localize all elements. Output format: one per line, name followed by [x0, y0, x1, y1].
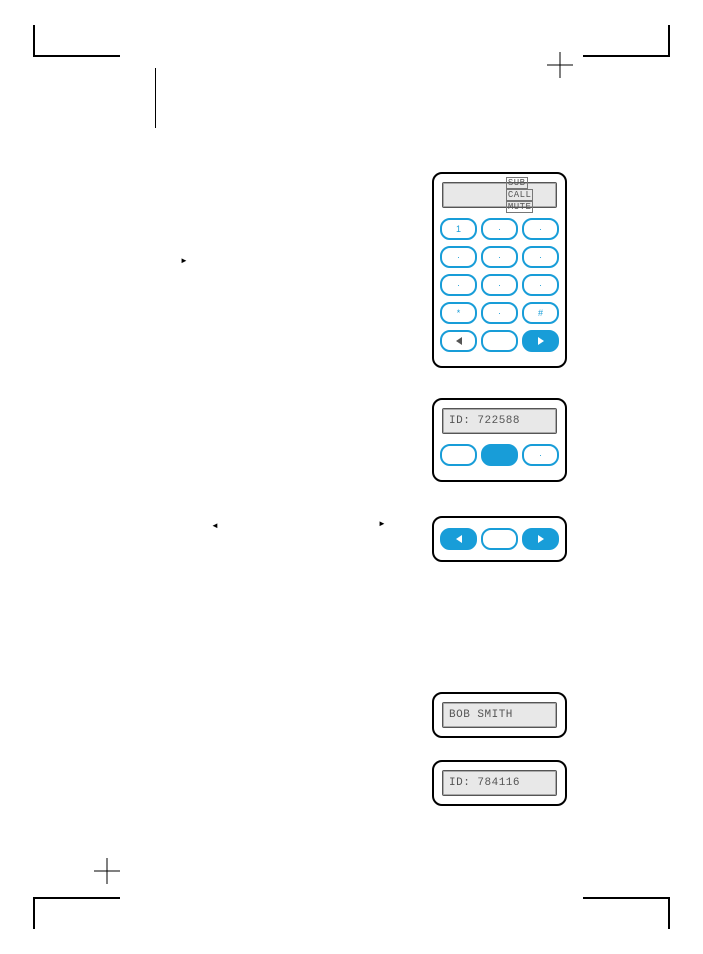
key-9[interactable]: ·: [522, 274, 559, 296]
lcd-frame: BOB SMITH: [432, 692, 567, 738]
soft-right-button[interactable]: ·: [522, 444, 559, 466]
nav-left-button[interactable]: [440, 330, 477, 352]
status-sub: SUB: [506, 177, 528, 189]
lcd-display: ID: 784116: [442, 770, 557, 796]
nav-center-button[interactable]: [481, 330, 518, 352]
crop-mark: [33, 897, 120, 929]
pointer-left-icon: ◄: [211, 521, 219, 530]
status-call: CALL: [506, 189, 534, 201]
lcd-status-icons: SUB CALL MUTE: [449, 165, 534, 225]
register-cross-icon: [94, 858, 120, 884]
crop-mark: [583, 25, 670, 57]
lcd-display: BOB SMITH: [442, 702, 557, 728]
keypad: 1 · · · · · · · · * · #: [434, 212, 565, 366]
soft-center-button[interactable]: [481, 444, 518, 466]
pointer-right-icon: ►: [378, 519, 386, 528]
crop-mark: [583, 897, 670, 929]
soft-left-button[interactable]: [440, 444, 477, 466]
nav-center-button[interactable]: [481, 528, 518, 550]
key-0[interactable]: ·: [481, 302, 518, 324]
lcd-display: SUB CALL MUTE: [442, 182, 557, 208]
key-hash[interactable]: #: [522, 302, 559, 324]
nav-left-button[interactable]: [440, 528, 477, 550]
register-cross-icon: [547, 52, 573, 78]
key-7[interactable]: ·: [440, 274, 477, 296]
status-mute: MUTE: [506, 201, 534, 213]
key-star[interactable]: *: [440, 302, 477, 324]
device-keypad: SUB CALL MUTE 1 · · · · · · · · *: [432, 172, 567, 368]
key-5[interactable]: ·: [481, 246, 518, 268]
lcd-display: ID: 722588: [442, 408, 557, 434]
pointer-right-icon: ►: [180, 256, 188, 265]
lcd-frame: ID: 784116: [432, 760, 567, 806]
device-nav: [432, 516, 567, 562]
nav-right-button[interactable]: [522, 330, 559, 352]
key-4[interactable]: ·: [440, 246, 477, 268]
device-soft: ID: 722588 ·: [432, 398, 567, 482]
key-2[interactable]: ·: [481, 218, 518, 240]
key-3[interactable]: ·: [522, 218, 559, 240]
page: ► ► ◄ SUB CALL MUTE 1 · · · · · · ·: [0, 0, 703, 954]
crop-mark: [33, 25, 120, 57]
key-6[interactable]: ·: [522, 246, 559, 268]
key-1[interactable]: 1: [440, 218, 477, 240]
key-8[interactable]: ·: [481, 274, 518, 296]
register-tick: [155, 68, 156, 128]
nav-right-button[interactable]: [522, 528, 559, 550]
